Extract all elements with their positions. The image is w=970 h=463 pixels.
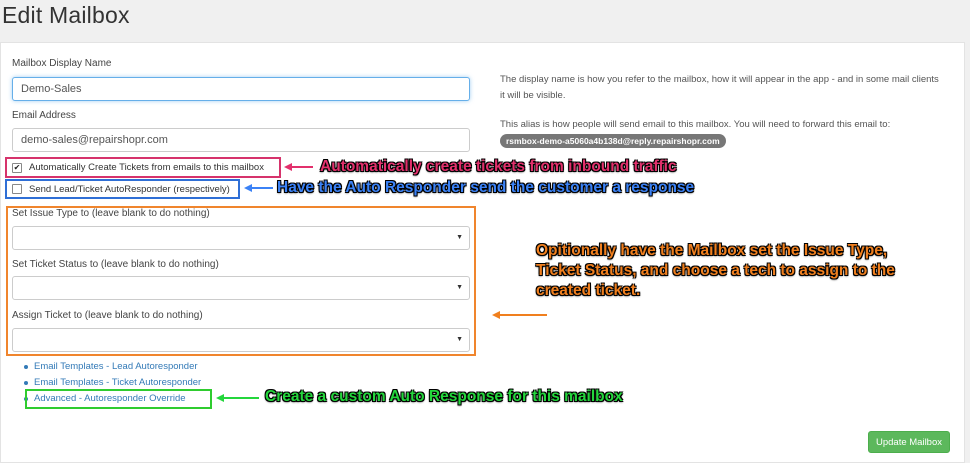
issue-type-label: Set Issue Type to (leave blank to do not… <box>12 208 210 219</box>
update-mailbox-button[interactable]: Update Mailbox <box>868 431 950 453</box>
orange-arrow-line <box>499 314 547 316</box>
autoresponder-label: Send Lead/Ticket AutoResponder (respecti… <box>29 183 230 195</box>
email-help: This alias is how people will send email… <box>500 119 891 130</box>
auto-create-label: Automatically Create Tickets from emails… <box>29 162 264 173</box>
annotation-options: Opitionally have the Mailbox set the Iss… <box>536 241 895 301</box>
annotation-options-line3: created ticket. <box>536 282 641 299</box>
green-arrow-line <box>223 397 259 399</box>
chevron-down-icon: ▼ <box>456 234 463 241</box>
issue-type-select[interactable]: ▼ <box>12 226 470 250</box>
email-address-input[interactable] <box>12 128 470 152</box>
chevron-down-icon: ▼ <box>456 336 463 343</box>
forward-alias-badge: rsmbox-demo-a5060a4b138d@reply.repairsho… <box>500 134 726 148</box>
lead-autoresponder-link[interactable]: Email Templates - Lead Autoresponder <box>22 359 201 375</box>
annotation-options-line1: Opitionally have the Mailbox set the Iss… <box>536 242 888 259</box>
auto-create-tickets-option[interactable]: ✔ Automatically Create Tickets from emai… <box>5 157 281 178</box>
ticket-status-select[interactable]: ▼ <box>12 276 470 300</box>
ticket-status-label: Set Ticket Status to (leave blank to do … <box>12 259 219 270</box>
assign-ticket-label: Assign Ticket to (leave blank to do noth… <box>12 310 203 321</box>
display-name-help: The display name is how you refer to the… <box>500 74 939 101</box>
annotation-auto-create: Automatically create tickets from inboun… <box>320 158 677 175</box>
display-name-input[interactable] <box>12 77 470 101</box>
override-link-highlight <box>25 389 212 409</box>
autoresponder-option[interactable]: Send Lead/Ticket AutoResponder (respecti… <box>5 179 240 199</box>
annotation-override: Create a custom Auto Response for this m… <box>265 388 623 405</box>
autoresponder-checkbox[interactable] <box>12 184 22 194</box>
auto-create-checkbox[interactable]: ✔ <box>12 162 22 173</box>
assign-ticket-select[interactable]: ▼ <box>12 328 470 352</box>
display-name-label: Mailbox Display Name <box>12 58 112 69</box>
pink-arrow-line <box>291 166 313 168</box>
page-title: Edit Mailbox <box>2 2 130 28</box>
annotation-autoresponder: Have the Auto Responder send the custome… <box>277 179 695 196</box>
chevron-down-icon: ▼ <box>456 284 463 291</box>
blue-arrow-line <box>251 187 273 189</box>
annotation-options-line2: Ticket Status, and choose a tech to assi… <box>536 262 895 279</box>
email-label: Email Address <box>12 110 76 121</box>
